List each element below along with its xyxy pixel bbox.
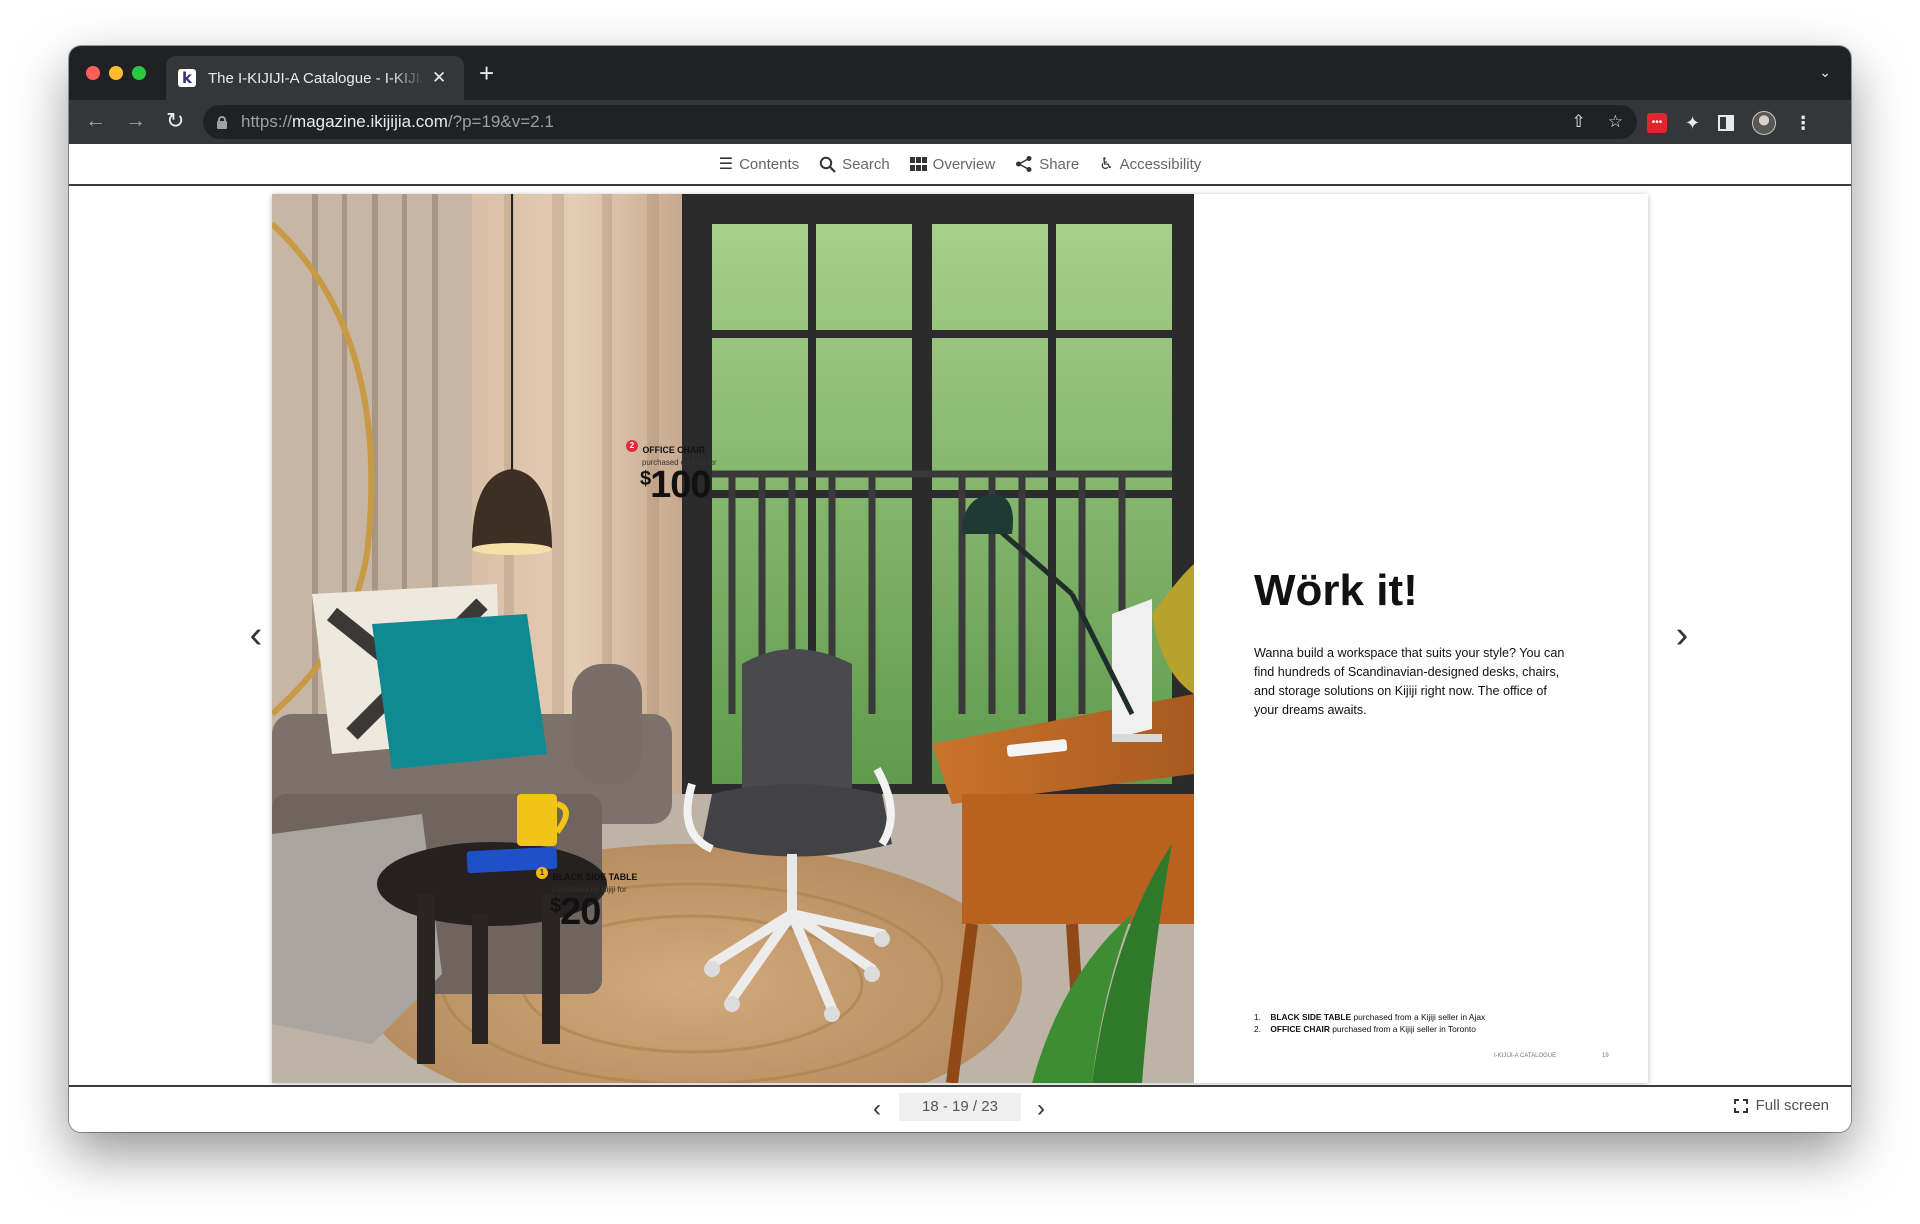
contents-list-icon: ☰ [718, 156, 734, 173]
previous-spread-chevron-icon[interactable]: ‹ [873, 1095, 881, 1123]
magazine-spread: 2 OFFICE CHAIR purchased on Kijiji for $… [272, 194, 1648, 1083]
tab-title: The I-KIJIJI-A Catalogue - I-KIJIJI-A [208, 69, 424, 87]
profile-avatar[interactable] [1752, 111, 1777, 135]
extensions-puzzle-icon[interactable]: ✦ [1685, 113, 1700, 134]
credit-item: 2. OFFICE CHAIR purchased from a Kijiji … [1254, 1023, 1485, 1035]
page-indicator[interactable]: 18 - 19 / 23 [899, 1093, 1021, 1121]
contents-label: Contents [739, 155, 800, 173]
living-room-office-photo [272, 194, 1194, 1083]
contents-button[interactable]: ☰ Contents [719, 154, 799, 174]
extension-password-icon[interactable]: ••• [1647, 113, 1667, 133]
product-credits: 1. BLACK SIDE TABLE purchased from a Kij… [1254, 1011, 1485, 1035]
accessibility-wheelchair-icon: ♿ [1099, 156, 1114, 173]
address-bar[interactable]: https://magazine.ikijijia.com/?p=19&v=2.… [203, 105, 1637, 139]
lock-icon[interactable] [217, 115, 227, 129]
next-spread-chevron-icon[interactable]: › [1037, 1095, 1045, 1123]
back-arrow-icon[interactable]: ← [85, 109, 106, 133]
kijiji-favicon-icon: k [178, 69, 196, 87]
url-path: /?p=19&v=2.1 [447, 112, 554, 131]
share-button[interactable]: Share [1015, 155, 1079, 173]
left-page-photo: 2 OFFICE CHAIR purchased on Kijiji for $… [272, 194, 1194, 1083]
tab-close-icon[interactable]: ✕ [432, 68, 446, 88]
active-tab[interactable]: k The I-KIJIJI-A Catalogue - I-KIJIJI-A … [166, 56, 464, 100]
credit-source: purchased from a Kijiji seller in Ajax [1351, 1012, 1486, 1022]
reload-icon[interactable]: ↻ [166, 109, 184, 133]
tab-search-chevron-icon[interactable]: ⌄ [1819, 64, 1831, 81]
tag-price: $20 [550, 891, 637, 933]
page-footer-number: 19 [1602, 1053, 1609, 1059]
maximize-window-button[interactable] [132, 66, 146, 80]
browser-toolbar: ← → ↻ https://magazine.ikijijia.com/?p=1… [69, 100, 1851, 144]
tag-price-value: 20 [560, 891, 601, 933]
overview-grid-icon [909, 157, 927, 171]
tag-currency: $ [550, 895, 561, 917]
fullscreen-icon [1732, 1097, 1749, 1114]
reader-content: ‹ › 2 OFFICE CHAIR purchased on Kijiji f… [69, 186, 1851, 1085]
page-headline: Wörk it! [1254, 566, 1418, 615]
side-panel-icon[interactable] [1718, 115, 1735, 131]
url-scheme: https:// [241, 112, 293, 131]
credit-number: 2. [1254, 1024, 1261, 1034]
tag-currency: $ [640, 468, 651, 490]
accessibility-label: Accessibility [1119, 155, 1202, 173]
share-icon [1016, 156, 1032, 172]
tag-number-badge: 2 [626, 440, 638, 452]
page-body-copy: Wanna build a workspace that suits your … [1254, 646, 1565, 717]
office-chair-price-tag: 2 OFFICE CHAIR purchased on Kijiji for $… [626, 440, 717, 506]
pagination-bar: ‹ 18 - 19 / 23 › Full screen [69, 1085, 1851, 1132]
search-label: Search [842, 155, 890, 173]
fullscreen-label: Full screen [1755, 1097, 1829, 1114]
search-button[interactable]: Search [819, 156, 890, 173]
share-label: Share [1039, 155, 1080, 173]
tag-item-name: OFFICE CHAIR [642, 445, 706, 455]
side-table-price-tag: 1 BLACK SIDE TABLE purchased on Kijiji f… [536, 867, 638, 933]
overview-label: Overview [932, 155, 996, 173]
credit-source: purchased from a Kijiji seller in Toront… [1329, 1024, 1476, 1034]
close-window-button[interactable] [86, 66, 100, 80]
forward-arrow-icon[interactable]: → [125, 109, 146, 133]
share-page-icon[interactable]: ⇧ [1572, 112, 1586, 132]
browser-window: k The I-KIJIJI-A Catalogue - I-KIJIJI-A … [69, 46, 1851, 1132]
right-page: Wörk it! Wanna build a workspace that su… [1194, 194, 1648, 1083]
tag-price-value: 100 [650, 464, 711, 506]
overview-button[interactable]: Overview [909, 155, 996, 173]
page-footer-catalogue: I-KIJIJI-A CATALOGUE [1494, 1053, 1557, 1059]
credit-product: BLACK SIDE TABLE [1270, 1012, 1352, 1022]
tag-item-name: BLACK SIDE TABLE [552, 872, 638, 882]
credit-number: 1. [1254, 1012, 1261, 1022]
next-page-arrow-icon[interactable]: › [1662, 186, 1702, 1085]
fullscreen-button[interactable]: Full screen [1732, 1097, 1829, 1114]
minimize-window-button[interactable] [109, 66, 123, 80]
new-tab-icon[interactable]: + [479, 60, 494, 86]
url-text[interactable]: https://magazine.ikijijia.com/?p=19&v=2.… [241, 112, 554, 132]
search-icon [819, 156, 836, 173]
previous-page-arrow-icon[interactable]: ‹ [236, 186, 276, 1085]
credit-item: 1. BLACK SIDE TABLE purchased from a Kij… [1254, 1011, 1485, 1023]
reader-navigation: ☰ Contents Search Overview Share ♿ Acces… [69, 144, 1851, 186]
accessibility-button[interactable]: ♿ Accessibility [1099, 154, 1201, 174]
tab-strip: k The I-KIJIJI-A Catalogue - I-KIJIJI-A … [69, 46, 1851, 100]
tag-price: $100 [640, 464, 717, 506]
bookmark-star-icon[interactable]: ☆ [1608, 112, 1623, 132]
tag-number-badge: 1 [536, 867, 548, 879]
credit-product: OFFICE CHAIR [1270, 1024, 1330, 1034]
browser-menu-icon[interactable]: ⋮ [1794, 113, 1812, 134]
url-host: magazine.ikijijia.com [292, 112, 448, 131]
